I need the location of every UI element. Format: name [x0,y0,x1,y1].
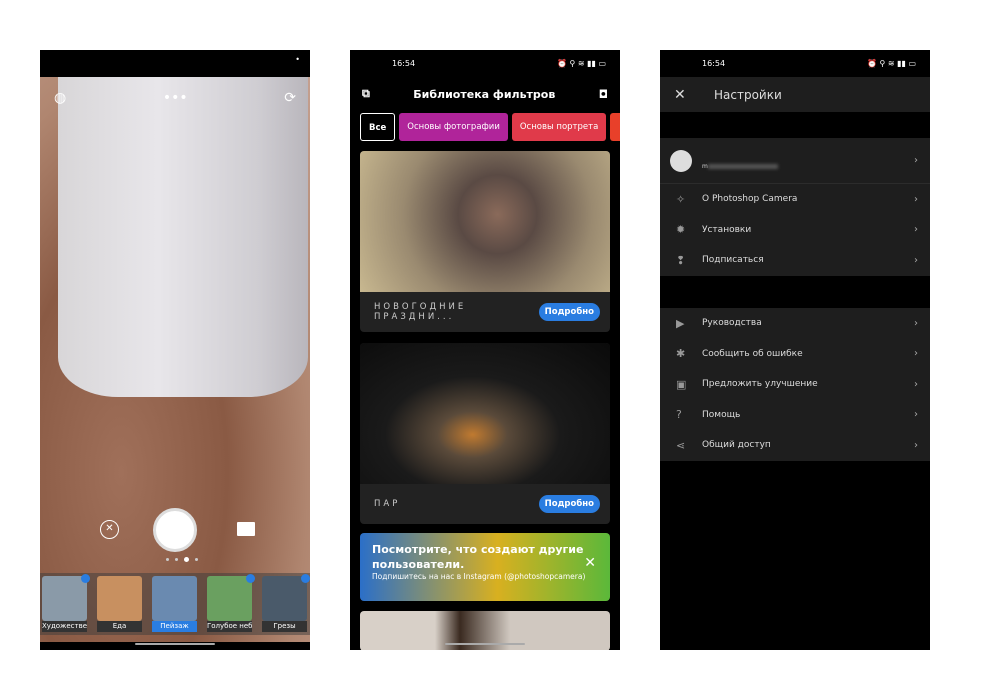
filter-library-screen: 16:54 ⏰ ⚲ ≋ ▮▮ ▭ ⧉ Библиотека фильтров ◘ … [350,50,620,650]
close-icon[interactable]: ✕ [584,556,596,571]
help-icon: ? [676,408,682,422]
filter-item[interactable]: Грезы [262,574,310,632]
card-caption: НОВОГОДНИЕ ПРАЗДНИ... [374,302,467,322]
category-chip[interactable]: Основы портрета [511,113,607,141]
filter-thumbnail [152,576,197,621]
account-row[interactable]: m › [660,138,930,184]
comment-icon: ▣ [676,377,687,391]
premium-icon [81,574,90,583]
chevron-right-icon: › [914,317,918,329]
filter-card[interactable]: ПАР Подробно [360,343,610,524]
filter-carousel[interactable]: Художестве... Еда Пейзаж Голубое небо Грезы [40,573,310,635]
filter-item[interactable]: Художестве... [42,574,90,632]
footprints-icon: ❢ [676,253,686,267]
settings-item-label: Сообщить об ошибке [702,348,803,359]
banner-title: Посмотрите, что создают другие пользоват… [372,543,584,571]
chevron-right-icon: › [914,193,918,205]
chevron-right-icon: › [914,378,918,390]
close-button[interactable]: ✕ [660,87,714,103]
settings-item[interactable]: ? Помощь › [660,400,930,431]
chevron-right-icon: › [914,439,918,451]
settings-item-label: Подписаться [702,255,764,266]
status-bar: 16:54 ⏰ ⚲ ≋ ▮▮ ▭ [702,59,916,68]
filter-thumbnail [42,576,87,621]
clear-filter-button[interactable]: ✕ [100,520,119,539]
sparkle-icon: ✧ [676,192,686,206]
settings-item-label: Установки [702,224,752,235]
settings-group-help: ▶ Руководства › ✱ Сообщить об ошибке › ▣ Предло… [660,308,930,461]
filter-label: Грезы [262,621,307,632]
settings-screen: 16:54 ⏰ ⚲ ≋ ▮▮ ▭ ✕ Настройки m › ✧ О Photos… [660,50,930,650]
settings-item[interactable]: ▣ Предложить улучшение › [660,369,930,400]
share-icon: ⋖ [676,438,686,452]
category-chip[interactable] [610,113,620,141]
category-chips: Все Основы фотографии Основы портрета [360,113,620,141]
page-title: Настройки [714,87,782,102]
card-image [360,343,610,484]
settings-item-label: Руководства [702,318,762,329]
settings-item-label: Предложить улучшение [702,379,818,390]
category-chip[interactable]: Основы фотографии [399,113,508,141]
category-chip[interactable]: Все [360,113,396,141]
settings-item[interactable]: ✹ Установки › [660,215,930,246]
page-dots [166,557,198,562]
camera-icon[interactable]: ◘ [599,88,608,101]
filter-thumbnail [262,576,307,621]
filter-item[interactable]: Голубое небо [207,574,255,632]
filter-label: Пейзаж [152,621,197,632]
home-indicator [445,643,525,645]
filter-thumbnail [97,576,142,621]
home-indicator [135,643,215,645]
details-button[interactable]: Подробно [538,495,600,513]
settings-item-label: Помощь [702,409,741,420]
chevron-right-icon: › [914,409,918,421]
page-title: Библиотека фильтров [413,87,556,101]
add-filter-icon[interactable]: ⧉ [362,87,370,101]
bug-icon: ✱ [676,347,686,361]
filter-thumbnail [207,576,252,621]
chevron-right-icon: › [914,224,918,236]
premium-icon [246,574,255,583]
filter-label: Голубое небо [207,621,252,632]
gallery-icon[interactable] [237,522,255,536]
filter-label: Еда [97,621,142,632]
settings-item-label: Общий доступ [702,440,771,451]
filter-card[interactable]: НОВОГОДНИЕ ПРАЗДНИ... Подробно [360,151,610,332]
shutter-button[interactable] [153,508,197,552]
avatar [670,149,692,172]
settings-item[interactable]: ❢ Подписаться › [660,245,930,276]
play-icon: ▶ [676,316,685,330]
status-dot: • [295,55,300,64]
card-caption: ПАР [374,499,401,509]
settings-item[interactable]: ✧ О Photoshop Camera › [660,184,930,215]
status-bar: 16:54 ⏰ ⚲ ≋ ▮▮ ▭ [392,59,606,68]
chevron-right-icon: › [914,348,918,360]
filter-label: Художестве... [42,621,87,632]
card-image [360,151,610,292]
settings-item-label: О Photoshop Camera [702,194,798,205]
more-icon[interactable]: ••• [163,90,188,106]
premium-icon [301,574,310,583]
banner-subtitle: Подпишитесь на нас в Instagram (@photosh… [372,572,586,581]
settings-item[interactable]: ✱ Сообщить об ошибке › [660,339,930,370]
camera-screen: • ◍ ••• ⟳ ✕ Художестве... Еда Пейзаж Голубо… [40,50,310,650]
globe-icon[interactable]: ◍ [54,90,66,106]
chevron-right-icon: › [914,155,918,166]
settings-item[interactable]: ▶ Руководства › [660,308,930,339]
filter-item[interactable]: Пейзаж [152,576,197,632]
flip-camera-icon[interactable]: ⟳ [284,90,296,106]
mug-image [58,77,308,397]
settings-item[interactable]: ⋖ Общий доступ › [660,430,930,461]
settings-group-account: m › ✧ О Photoshop Camera › ✹ Установки › ❢ Подп… [660,138,930,276]
filter-item[interactable]: Еда [97,576,142,632]
gear-icon: ✹ [676,223,686,237]
instagram-banner[interactable]: Посмотрите, что создают другие пользоват… [360,533,610,601]
details-button[interactable]: Подробно [538,303,600,321]
chevron-right-icon: › [914,254,918,266]
